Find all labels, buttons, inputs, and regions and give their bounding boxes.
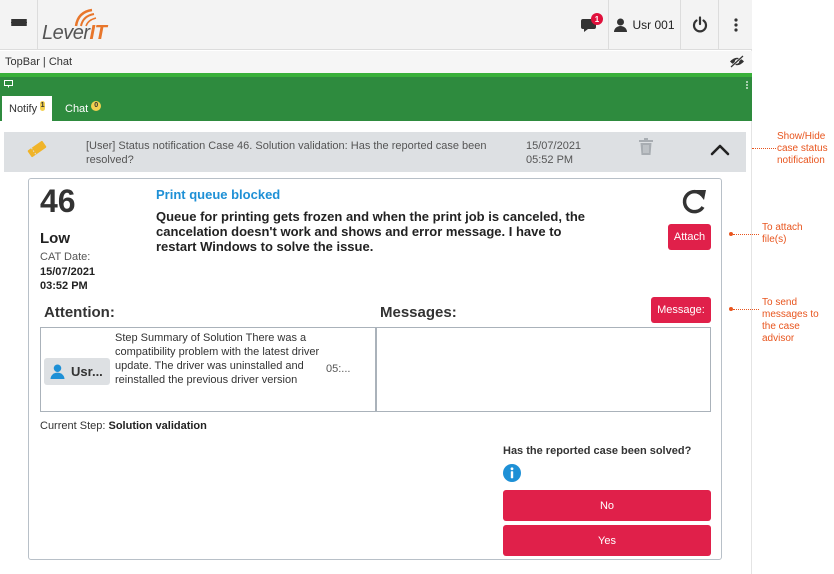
- messages-label: Messages:: [380, 304, 457, 321]
- messages-panel[interactable]: [376, 327, 711, 412]
- case-priority: Low: [40, 230, 70, 247]
- tab-chat-badge: 0: [91, 100, 102, 111]
- user-icon: [614, 18, 628, 32]
- current-step-label: Current Step:: [40, 420, 106, 432]
- user-avatar-icon: [50, 364, 65, 379]
- breadcrumb: TopBar | Chat: [5, 56, 73, 68]
- refresh-icon[interactable]: [679, 187, 709, 215]
- attention-label: Attention:: [44, 304, 115, 321]
- attach-button[interactable]: Attach: [668, 224, 711, 250]
- cat-date-label: CAT Date:: [40, 251, 91, 263]
- top-bar: LeverIT 1 Usr 001: [0, 0, 752, 50]
- case-description: Queue for printing gets frozen and when …: [156, 209, 586, 254]
- yes-button[interactable]: Yes: [503, 525, 711, 556]
- more-vertical-icon: [733, 18, 738, 32]
- tab-notify-badge: 1: [40, 100, 45, 111]
- notification-time: 05:52 PM: [526, 154, 574, 166]
- monitor-icon: [4, 80, 13, 88]
- user-label: Usr 001: [632, 18, 675, 32]
- annotation-attach: To attach file(s): [762, 222, 803, 245]
- notification-text: [User] Status notification Case 46. Solu…: [86, 140, 487, 166]
- no-button[interactable]: No: [503, 490, 711, 521]
- attention-user: Usr...: [71, 364, 103, 379]
- power-icon: [692, 16, 707, 33]
- cat-time: 03:52 PM: [40, 280, 88, 292]
- annotation-line-attach: [733, 234, 759, 235]
- more-options-button[interactable]: [718, 0, 752, 50]
- breadcrumb-bar: TopBar | Chat: [0, 51, 752, 73]
- annotation-show-hide: Show/Hide case status notification: [777, 131, 828, 166]
- logo: LeverIT: [42, 8, 112, 44]
- attention-time: 05:...: [326, 363, 351, 375]
- chat-badge: 1: [591, 13, 603, 25]
- notify-strip: Notify 1 Chat 0: [0, 77, 752, 121]
- hamburger-icon: [10, 18, 27, 32]
- menu-button[interactable]: [0, 0, 38, 50]
- app-window: LeverIT 1 Usr 001 TopBar | Chat Notify 1…: [0, 0, 752, 574]
- chat-notifications-button[interactable]: 1: [572, 0, 608, 50]
- tab-chat[interactable]: Chat 0: [58, 96, 114, 121]
- user-menu-button[interactable]: Usr 001: [608, 0, 680, 50]
- eye-slash-icon: [730, 55, 744, 68]
- info-icon[interactable]: [503, 464, 521, 482]
- attention-text: Step Summary of Solution There was a com…: [115, 332, 320, 386]
- tab-notify-label: Notify: [9, 102, 38, 115]
- ticket-icon: [27, 140, 47, 158]
- case-title: Print queue blocked: [156, 187, 281, 202]
- case-number: 46: [40, 183, 76, 219]
- annotation-send: To send messages to the case advisor: [762, 297, 819, 344]
- hide-eye-button[interactable]: [729, 55, 745, 73]
- message-button[interactable]: Message:: [651, 297, 711, 323]
- annotation-line-send: [733, 309, 759, 310]
- chevron-up-icon[interactable]: [710, 144, 730, 156]
- trash-icon[interactable]: [639, 138, 653, 155]
- annotation-line-show-hide: [752, 148, 776, 149]
- notification-date: 15/07/2021: [526, 140, 582, 152]
- tab-chat-label: Chat: [65, 102, 89, 115]
- cat-date: 15/07/2021: [40, 266, 96, 278]
- status-notification-row[interactable]: [User] Status notification Case 46. Solu…: [4, 132, 746, 172]
- notification-datetime: 15/07/2021 05:52 PM: [526, 139, 581, 167]
- tab-notify[interactable]: Notify 1: [2, 96, 52, 121]
- attention-panel: Usr... Step Summary of Solution There wa…: [40, 327, 376, 412]
- current-step-value: Solution validation: [108, 420, 207, 432]
- avatar: Usr...: [44, 358, 110, 385]
- strip-more-icon[interactable]: [746, 81, 748, 89]
- current-step: Current Step: Solution validation: [40, 420, 207, 432]
- solved-question: Has the reported case been solved?: [503, 445, 692, 457]
- logout-button[interactable]: [680, 0, 718, 50]
- cat-date-value: 15/07/2021 03:52 PM: [40, 265, 95, 293]
- case-card: 46 Low CAT Date: 15/07/2021 03:52 PM Pri…: [28, 178, 722, 560]
- logo-text: LeverIT: [42, 22, 107, 44]
